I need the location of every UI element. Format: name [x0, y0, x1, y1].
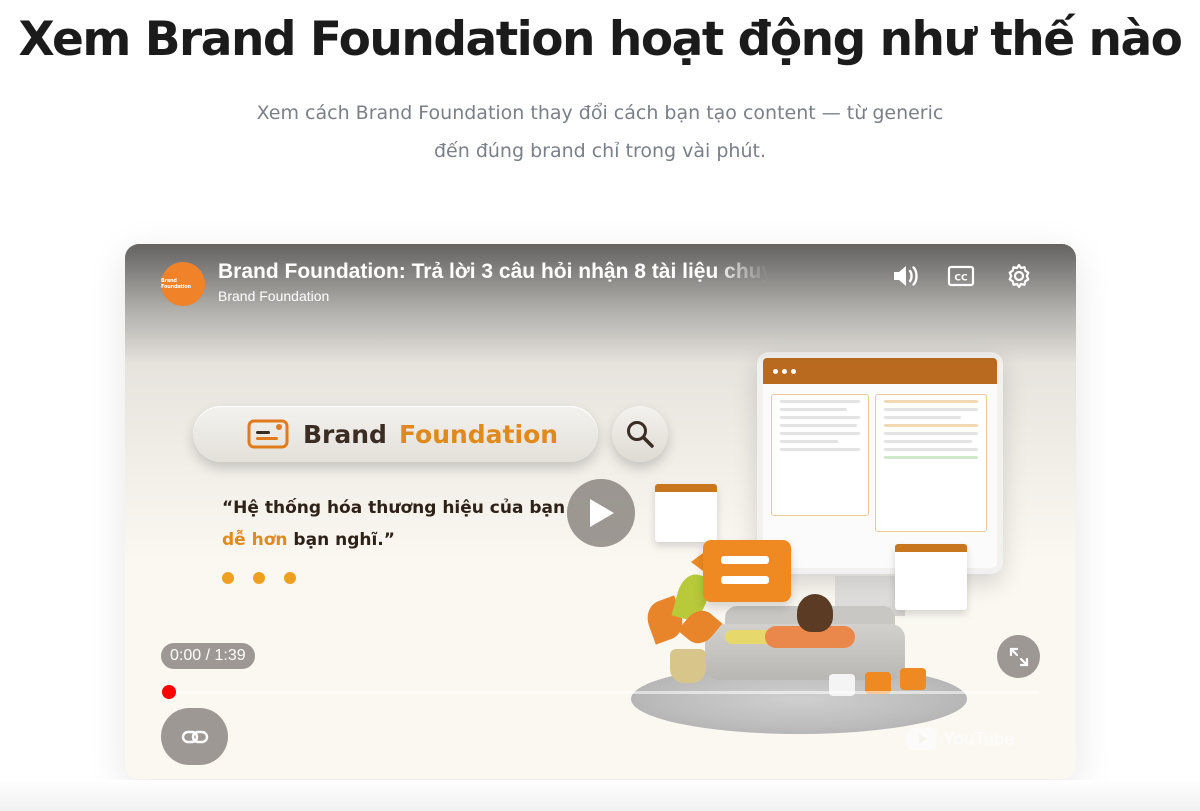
doc-stack-left [655, 484, 717, 542]
dot [284, 572, 296, 584]
play-button[interactable] [567, 479, 635, 547]
youtube-logo[interactable]: YouTube [907, 728, 1014, 750]
video-title-link[interactable]: Brand Foundation: Trả lời 3 câu hỏi nhận… [218, 260, 768, 284]
brand-logo-icon [247, 419, 289, 449]
play-icon [590, 499, 614, 527]
thumbnail-search-bubble [612, 406, 668, 462]
volume-icon [894, 266, 918, 286]
fullscreen-icon [1009, 647, 1028, 666]
section-subtitle: Xem cách Brand Foundation thay đổi cách … [0, 94, 1200, 170]
monitor-panel-left [771, 394, 869, 516]
quote-line-2: dễ hơn bạn nghĩ.” [222, 524, 565, 556]
subtitle-line-2: đến đúng brand chỉ trong vài phút. [434, 140, 766, 162]
thumbnail-chat-bubble [703, 540, 791, 602]
thumbnail-dots [222, 572, 296, 584]
progress-bar[interactable] [169, 691, 1039, 694]
settings-button[interactable] [1001, 258, 1037, 294]
video-player[interactable]: Brand Foundation “Hệ thống hóa thương hi… [125, 244, 1076, 779]
closed-captions-icon: CC [947, 265, 975, 287]
thumbnail-cube [900, 668, 926, 690]
youtube-play-icon [907, 728, 937, 750]
progress-scrubber[interactable] [162, 685, 176, 699]
quote-highlight: dễ hơn [222, 530, 288, 550]
thumbnail-monitor [757, 352, 1003, 574]
page-bottom-fade [0, 780, 1200, 811]
search-icon [627, 421, 654, 448]
fullscreen-button[interactable] [997, 635, 1040, 678]
gear-icon [1008, 263, 1030, 289]
quote-line-1: “Hệ thống hóa thương hiệu của bạn [222, 498, 566, 518]
channel-avatar[interactable]: Brand Foundation [161, 262, 205, 306]
thumbnail-foundation-word: Foundation [398, 419, 559, 449]
dot [253, 572, 265, 584]
channel-name[interactable]: Brand Foundation [218, 288, 329, 304]
thumbnail-brand-pill: Brand Foundation [193, 406, 598, 462]
quote-rest: bạn nghĩ.” [287, 530, 395, 550]
section-title: Xem Brand Foundation hoạt động như thế n… [18, 12, 1183, 67]
copy-link-button[interactable] [161, 708, 228, 765]
volume-button[interactable] [887, 258, 923, 294]
dot [222, 572, 234, 584]
monitor-panel-right [875, 394, 987, 532]
plant-pot [670, 649, 706, 683]
thumbnail-person-head [797, 594, 833, 632]
svg-text:CC: CC [954, 274, 968, 284]
thumbnail-brand-word: Brand [303, 419, 387, 449]
youtube-logo-text: YouTube [943, 728, 1014, 749]
subtitle-line-1: Xem cách Brand Foundation thay đổi cách … [256, 102, 944, 124]
time-display: 0:00 / 1:39 [161, 643, 255, 669]
thumbnail-quote: “Hệ thống hóa thương hiệu của bạn dễ hơn… [222, 492, 565, 556]
link-icon [181, 730, 208, 743]
doc-stack-right [895, 544, 967, 610]
captions-button[interactable]: CC [943, 258, 979, 294]
